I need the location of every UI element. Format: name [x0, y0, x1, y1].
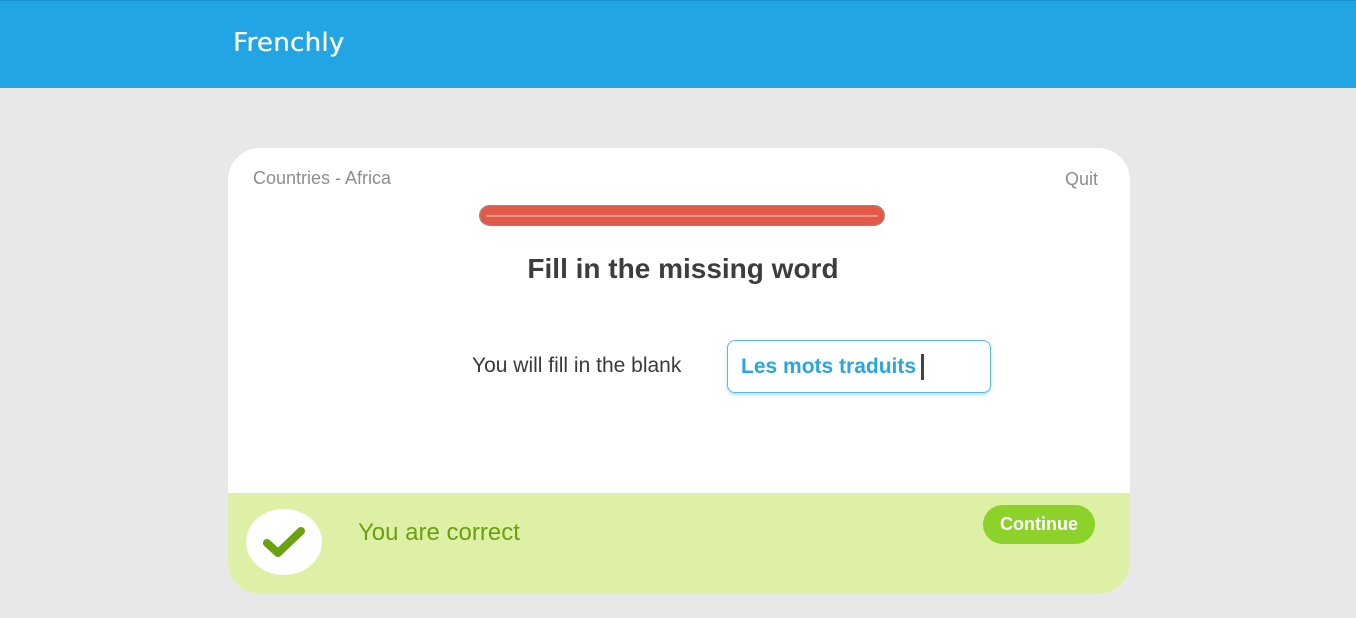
feedback-message: You are correct: [358, 519, 520, 546]
exercise-instruction: Fill in the missing word: [527, 253, 839, 284]
lesson-card: Countries - Africa Quit Fill in the miss…: [228, 148, 1130, 594]
exercise-prompt: You will fill in the blank: [472, 354, 682, 377]
app-logo[interactable]: Frenchly: [233, 28, 344, 58]
lesson-progress-fill: [480, 206, 884, 225]
lesson-progress-bar: [479, 205, 885, 226]
success-badge: [246, 509, 322, 575]
quit-link[interactable]: Quit: [1065, 169, 1098, 190]
feedback-panel: You are correct Continue: [228, 493, 1130, 594]
continue-button[interactable]: Continue: [983, 505, 1095, 544]
checkmark-icon: [263, 527, 305, 557]
app-header: Frenchly: [0, 0, 1356, 88]
answer-input[interactable]: Les mots traduits: [727, 340, 991, 393]
lesson-title: Countries - Africa: [253, 168, 392, 188]
text-cursor: [921, 353, 925, 380]
answer-input-value: Les mots traduits: [741, 354, 917, 378]
